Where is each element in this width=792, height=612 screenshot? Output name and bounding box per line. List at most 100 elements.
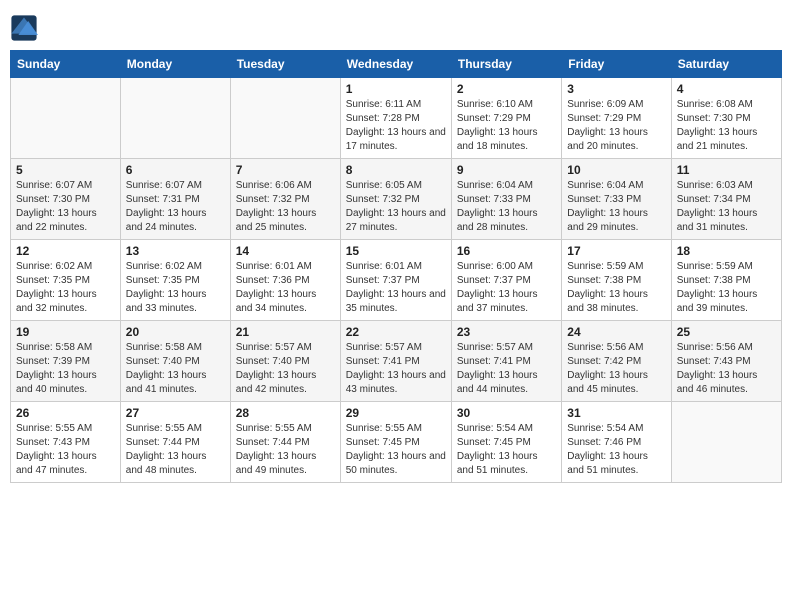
calendar-cell (120, 78, 230, 159)
day-info: Sunrise: 5:55 AM Sunset: 7:43 PM Dayligh… (16, 422, 115, 478)
day-number: 18 (677, 244, 776, 258)
day-info: Sunrise: 6:07 AM Sunset: 7:30 PM Dayligh… (16, 179, 115, 235)
weekday-header: Monday (120, 51, 230, 78)
day-number: 29 (346, 406, 446, 420)
day-info: Sunrise: 5:56 AM Sunset: 7:43 PM Dayligh… (677, 341, 776, 397)
calendar-week-row: 12 Sunrise: 6:02 AM Sunset: 7:35 PM Dayli… (11, 240, 782, 321)
calendar-cell: 12 Sunrise: 6:02 AM Sunset: 7:35 PM Dayli… (11, 240, 121, 321)
day-info: Sunrise: 6:01 AM Sunset: 7:37 PM Dayligh… (346, 260, 446, 316)
calendar-cell: 18 Sunrise: 5:59 AM Sunset: 7:38 PM Dayli… (671, 240, 781, 321)
weekday-header: Friday (562, 51, 671, 78)
calendar-cell: 10 Sunrise: 6:04 AM Sunset: 7:33 PM Dayli… (562, 159, 671, 240)
calendar-cell: 4Sunrise: 6:08 AM Sunset: 7:30 PM Daylig… (671, 78, 781, 159)
day-number: 5 (16, 163, 115, 177)
calendar-cell: 31 Sunrise: 5:54 AM Sunset: 7:46 PM Dayli… (562, 402, 671, 483)
day-number: 30 (457, 406, 556, 420)
calendar-header-row: SundayMondayTuesdayWednesdayThursdayFrid… (11, 51, 782, 78)
day-number: 28 (236, 406, 335, 420)
calendar-cell: 13 Sunrise: 6:02 AM Sunset: 7:35 PM Dayli… (120, 240, 230, 321)
day-info: Sunrise: 5:57 AM Sunset: 7:40 PM Dayligh… (236, 341, 335, 397)
day-number: 21 (236, 325, 335, 339)
calendar-cell: 19 Sunrise: 5:58 AM Sunset: 7:39 PM Dayli… (11, 321, 121, 402)
calendar-cell: 7 Sunrise: 6:06 AM Sunset: 7:32 PM Daylig… (230, 159, 340, 240)
calendar-cell: 11Sunrise: 6:03 AM Sunset: 7:34 PM Dayli… (671, 159, 781, 240)
day-info: Sunrise: 5:54 AM Sunset: 7:46 PM Dayligh… (567, 422, 665, 478)
day-number: 26 (16, 406, 115, 420)
day-number: 19 (16, 325, 115, 339)
calendar-cell: 3 Sunrise: 6:09 AM Sunset: 7:29 PM Daylig… (562, 78, 671, 159)
day-number: 13 (126, 244, 225, 258)
day-info: Sunrise: 5:59 AM Sunset: 7:38 PM Dayligh… (677, 260, 776, 316)
calendar-cell: 15 Sunrise: 6:01 AM Sunset: 7:37 PM Dayli… (340, 240, 451, 321)
calendar-cell (11, 78, 121, 159)
day-info: Sunrise: 5:55 AM Sunset: 7:44 PM Dayligh… (126, 422, 225, 478)
day-number: 14 (236, 244, 335, 258)
day-info: Sunrise: 5:54 AM Sunset: 7:45 PM Dayligh… (457, 422, 556, 478)
day-info: Sunrise: 5:58 AM Sunset: 7:40 PM Dayligh… (126, 341, 225, 397)
day-info: Sunrise: 6:07 AM Sunset: 7:31 PM Dayligh… (126, 179, 225, 235)
day-number: 8 (346, 163, 446, 177)
calendar-cell: 2Sunrise: 6:10 AM Sunset: 7:29 PM Daylig… (451, 78, 561, 159)
day-number: 23 (457, 325, 556, 339)
day-number: 17 (567, 244, 665, 258)
calendar-cell: 28 Sunrise: 5:55 AM Sunset: 7:44 PM Dayli… (230, 402, 340, 483)
day-info: Sunrise: 5:55 AM Sunset: 7:44 PM Dayligh… (236, 422, 335, 478)
day-number: 7 (236, 163, 335, 177)
calendar-cell: 23 Sunrise: 5:57 AM Sunset: 7:41 PM Dayli… (451, 321, 561, 402)
logo (10, 14, 40, 42)
day-info: Sunrise: 5:57 AM Sunset: 7:41 PM Dayligh… (346, 341, 446, 397)
day-info: Sunrise: 6:06 AM Sunset: 7:32 PM Dayligh… (236, 179, 335, 235)
day-info: Sunrise: 6:03 AM Sunset: 7:34 PM Dayligh… (677, 179, 776, 235)
weekday-header: Thursday (451, 51, 561, 78)
day-info: Sunrise: 6:00 AM Sunset: 7:37 PM Dayligh… (457, 260, 556, 316)
calendar-cell: 26 Sunrise: 5:55 AM Sunset: 7:43 PM Dayli… (11, 402, 121, 483)
day-number: 16 (457, 244, 556, 258)
calendar-cell: 24Sunrise: 5:56 AM Sunset: 7:42 PM Dayli… (562, 321, 671, 402)
calendar-cell: 1Sunrise: 6:11 AM Sunset: 7:28 PM Daylig… (340, 78, 451, 159)
day-number: 6 (126, 163, 225, 177)
day-number: 10 (567, 163, 665, 177)
calendar-cell: 5 Sunrise: 6:07 AM Sunset: 7:30 PM Daylig… (11, 159, 121, 240)
calendar-cell: 17 Sunrise: 5:59 AM Sunset: 7:38 PM Dayli… (562, 240, 671, 321)
day-info: Sunrise: 6:09 AM Sunset: 7:29 PM Dayligh… (567, 98, 665, 154)
day-number: 2 (457, 82, 556, 96)
calendar-cell: 27Sunrise: 5:55 AM Sunset: 7:44 PM Dayli… (120, 402, 230, 483)
day-number: 12 (16, 244, 115, 258)
calendar-cell: 9 Sunrise: 6:04 AM Sunset: 7:33 PM Daylig… (451, 159, 561, 240)
day-number: 20 (126, 325, 225, 339)
day-info: Sunrise: 6:04 AM Sunset: 7:33 PM Dayligh… (567, 179, 665, 235)
calendar-cell: 21 Sunrise: 5:57 AM Sunset: 7:40 PM Dayli… (230, 321, 340, 402)
calendar-cell: 22 Sunrise: 5:57 AM Sunset: 7:41 PM Dayli… (340, 321, 451, 402)
calendar-cell: 20 Sunrise: 5:58 AM Sunset: 7:40 PM Dayli… (120, 321, 230, 402)
day-info: Sunrise: 5:59 AM Sunset: 7:38 PM Dayligh… (567, 260, 665, 316)
calendar-week-row: 5 Sunrise: 6:07 AM Sunset: 7:30 PM Daylig… (11, 159, 782, 240)
calendar-cell: 6 Sunrise: 6:07 AM Sunset: 7:31 PM Daylig… (120, 159, 230, 240)
day-info: Sunrise: 6:05 AM Sunset: 7:32 PM Dayligh… (346, 179, 446, 235)
day-number: 31 (567, 406, 665, 420)
day-info: Sunrise: 6:04 AM Sunset: 7:33 PM Dayligh… (457, 179, 556, 235)
day-info: Sunrise: 6:02 AM Sunset: 7:35 PM Dayligh… (126, 260, 225, 316)
weekday-header: Tuesday (230, 51, 340, 78)
calendar-week-row: 26 Sunrise: 5:55 AM Sunset: 7:43 PM Dayli… (11, 402, 782, 483)
calendar-cell: 25Sunrise: 5:56 AM Sunset: 7:43 PM Dayli… (671, 321, 781, 402)
calendar-week-row: 1Sunrise: 6:11 AM Sunset: 7:28 PM Daylig… (11, 78, 782, 159)
header (10, 10, 782, 42)
day-number: 9 (457, 163, 556, 177)
day-info: Sunrise: 5:55 AM Sunset: 7:45 PM Dayligh… (346, 422, 446, 478)
day-number: 3 (567, 82, 665, 96)
day-number: 24 (567, 325, 665, 339)
calendar-cell: 8 Sunrise: 6:05 AM Sunset: 7:32 PM Daylig… (340, 159, 451, 240)
day-info: Sunrise: 6:01 AM Sunset: 7:36 PM Dayligh… (236, 260, 335, 316)
day-info: Sunrise: 6:02 AM Sunset: 7:35 PM Dayligh… (16, 260, 115, 316)
calendar-cell (230, 78, 340, 159)
weekday-header: Wednesday (340, 51, 451, 78)
day-info: Sunrise: 5:57 AM Sunset: 7:41 PM Dayligh… (457, 341, 556, 397)
weekday-header: Saturday (671, 51, 781, 78)
day-info: Sunrise: 6:08 AM Sunset: 7:30 PM Dayligh… (677, 98, 776, 154)
calendar-cell: 14 Sunrise: 6:01 AM Sunset: 7:36 PM Dayli… (230, 240, 340, 321)
day-info: Sunrise: 5:58 AM Sunset: 7:39 PM Dayligh… (16, 341, 115, 397)
calendar-body: 1Sunrise: 6:11 AM Sunset: 7:28 PM Daylig… (11, 78, 782, 483)
calendar-week-row: 19 Sunrise: 5:58 AM Sunset: 7:39 PM Dayli… (11, 321, 782, 402)
day-number: 22 (346, 325, 446, 339)
day-number: 15 (346, 244, 446, 258)
